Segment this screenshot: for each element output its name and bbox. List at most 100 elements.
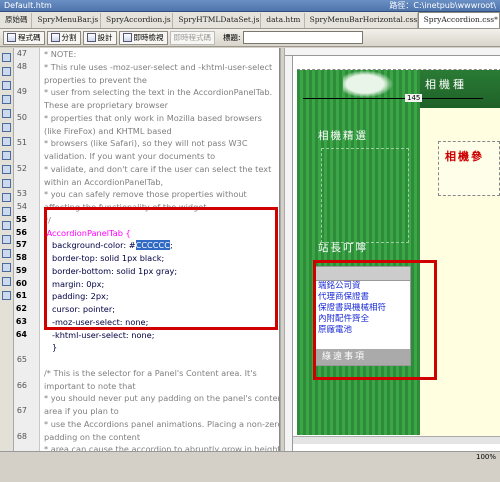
page-top-strip [297, 60, 500, 70]
code-line: } [52, 342, 58, 353]
section-title-featured: 相機精選 [318, 130, 368, 142]
code-line: * you can safely remove those properties… [44, 189, 247, 200]
line-number: 47 [16, 49, 27, 58]
header-title: 相機種 [425, 78, 467, 91]
site-logo [343, 68, 398, 100]
code-line: * you should never put any padding on th… [44, 393, 279, 404]
apply-comment-icon[interactable] [2, 193, 11, 202]
tab-spryaccordion-js[interactable]: SpryAccordion.js [101, 13, 174, 28]
expand-all-icon[interactable] [2, 95, 11, 104]
collapse-selection-icon[interactable] [2, 81, 11, 90]
window-title: Default.htm [4, 1, 52, 10]
live-view-button[interactable]: 即時檢視 [118, 30, 168, 45]
code-icon [7, 33, 16, 42]
code-line: * NOTE: [44, 49, 77, 59]
line-number: 58 [15, 253, 27, 262]
indent-code-icon[interactable] [2, 263, 11, 272]
design-view-button[interactable]: 設計 [82, 30, 117, 45]
code-line: (like FireFox) and KHTML based [44, 125, 172, 136]
line-number: 53 [16, 189, 27, 199]
balance-braces-icon[interactable] [2, 123, 11, 132]
line-number: 57 [15, 240, 27, 250]
line-number: 60 [15, 278, 27, 288]
move-css-icon[interactable] [2, 249, 11, 258]
code-line: properties to prevent the [44, 74, 147, 85]
line-number [14, 176, 39, 189]
code-line: * area can cause the accordion to abrupt… [44, 444, 279, 451]
syntax-error-icon[interactable] [2, 179, 11, 188]
code-view-button[interactable]: 程式碼 [3, 30, 45, 45]
path-bar: 路徑：C:\inetpub\wwwroot\ [389, 1, 496, 10]
code-line: * This rule uses -moz-user-select and -k… [44, 61, 273, 72]
line-number [14, 392, 39, 405]
design-highlight-frame [313, 260, 437, 380]
line-number: 67 [16, 406, 27, 415]
tab-sprymenubarhorizontal-css[interactable]: SpryMenuBarHorizontal.css [305, 13, 418, 28]
line-number-gutter: 47 48 49 50 51 52 53 54 55 56 57 58 59 60 61 62 63 64 65 66… [14, 48, 40, 451]
open-documents-icon[interactable] [2, 53, 11, 62]
tab-data-htm[interactable]: data.htm [261, 13, 305, 28]
file-tabs: 原始碼 SpryMenuBar.js SpryAccordion.js Spry… [0, 12, 500, 29]
split-view-button[interactable]: 分割 [46, 30, 81, 45]
format-source-icon[interactable] [2, 291, 11, 300]
live-code-button[interactable]: 即時程式碼 [169, 30, 215, 45]
line-number: 49 [16, 87, 27, 97]
code-line: * properties that only work in Mozilla b… [44, 112, 262, 123]
title-label: 標題: [223, 33, 241, 42]
title-input[interactable] [242, 31, 363, 44]
line-number: 59 [15, 265, 27, 275]
horizontal-scrollbar[interactable] [293, 436, 500, 444]
design-view[interactable]: 145 相機種 相機參 相機精選 站長叮嚀 端銘公司資 代理商保證書 保證書與機… [285, 48, 500, 451]
line-number: 66 [16, 380, 27, 390]
split-icon [50, 33, 60, 42]
code-line: * browsers (like Safari), so they will n… [44, 138, 248, 149]
line-number: 64 [15, 329, 27, 339]
code-line: validation. If you want your documents t… [44, 151, 216, 161]
section-title-reminder: 站長叮嚀 [318, 242, 368, 254]
line-number [14, 99, 39, 112]
word-wrap-icon[interactable] [2, 165, 11, 174]
line-number [14, 150, 39, 163]
line-number: 63 [15, 316, 27, 326]
outdent-code-icon[interactable] [2, 277, 11, 286]
code-line: * use the Accordions panel animations. P… [44, 418, 279, 429]
code-line: /* This is the selector for a Panel's Co… [44, 367, 257, 378]
code-line: padding on the content [44, 431, 141, 442]
horizontal-ruler [285, 48, 500, 56]
line-number: 65 [16, 355, 27, 364]
line-number: 61 [15, 291, 27, 301]
code-line: These are proprietary browser [44, 100, 169, 110]
code-line: -khtml-user-select: none; [52, 329, 155, 340]
status-bar: 100% [0, 451, 500, 461]
line-number [14, 469, 39, 482]
line-number: 68 [16, 431, 27, 441]
wrap-tag-icon[interactable] [2, 221, 11, 230]
line-number: 54 [16, 202, 27, 211]
code-line: area if you plan to [44, 406, 119, 416]
collapse-tag-icon[interactable] [2, 67, 11, 76]
tab-sprymenubar-js[interactable]: SpryMenuBar.js [32, 13, 101, 28]
line-numbers-icon[interactable] [2, 137, 11, 146]
tab-spryaccordion-css[interactable]: SpryAccordion.css* [417, 12, 500, 28]
line-number [14, 418, 39, 431]
line-number [14, 125, 39, 138]
code-line: important to note that [44, 380, 136, 391]
line-number: 51 [16, 138, 27, 148]
highlight-invalid-code-icon[interactable] [2, 151, 11, 160]
line-number: 52 [16, 163, 27, 173]
tab-spryhtmldataset-js[interactable]: SpryHTMLDataSet.js [173, 13, 262, 28]
line-number: 50 [16, 112, 27, 122]
code-line: within an AccordionPanelTab, [44, 176, 164, 187]
info-title: 相機參 [445, 150, 484, 163]
vertical-ruler [285, 56, 293, 451]
remove-comment-icon[interactable] [2, 207, 11, 216]
tab-source[interactable]: 原始碼 [0, 13, 33, 28]
line-number [14, 367, 39, 380]
width-indicator [303, 98, 483, 106]
select-parent-tag-icon[interactable] [2, 109, 11, 118]
line-number: 55 [15, 214, 27, 224]
design-icon [86, 33, 96, 42]
recent-snippets-icon[interactable] [2, 235, 11, 244]
line-number: 62 [15, 304, 27, 313]
